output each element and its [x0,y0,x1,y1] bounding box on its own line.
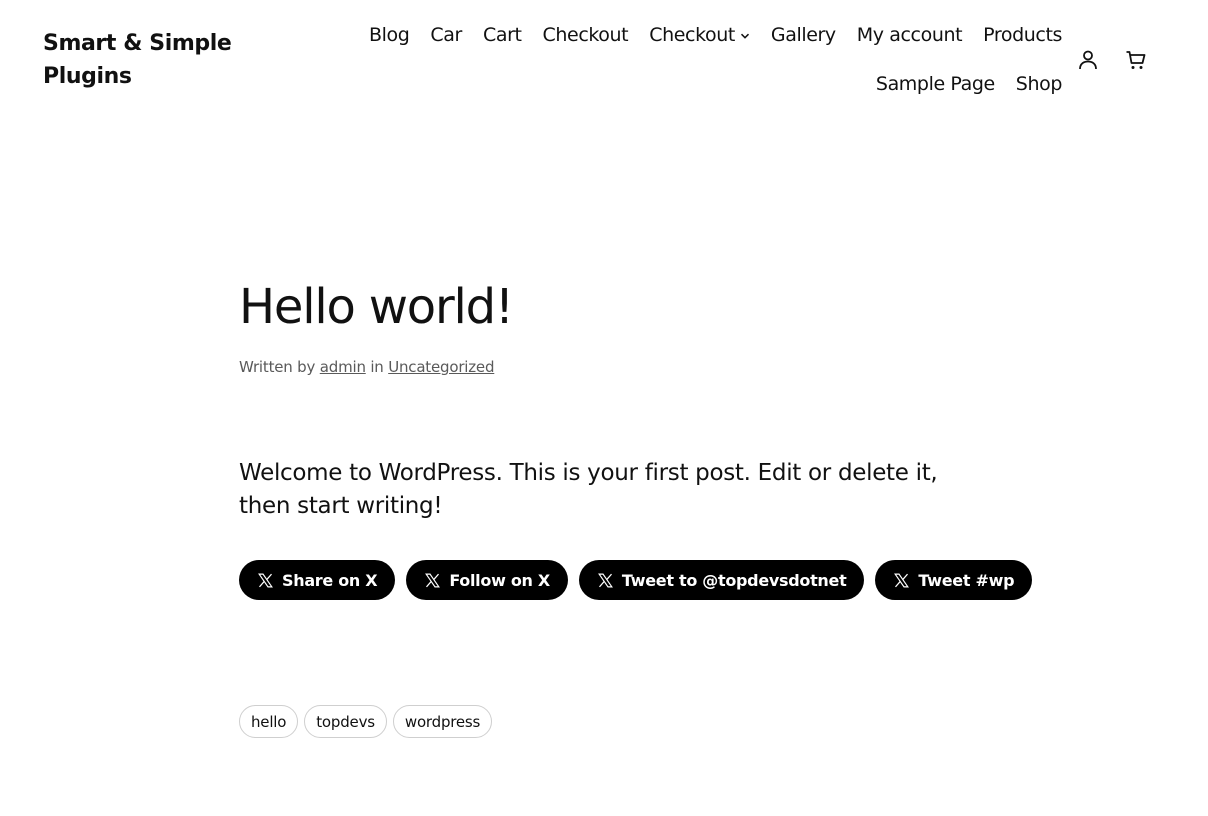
tweet-to-label: Tweet to @topdevsdotnet [621,570,847,590]
cart-icon[interactable] [1124,48,1148,72]
post-meta-written-by: Written by [239,358,316,376]
site-title-link[interactable]: Smart & Simple Plugins [43,27,273,93]
post-title: Hello world! [239,279,514,335]
share-buttons: Share on X Follow on X Tweet to @topdevs… [239,560,1033,600]
post-content: Welcome to WordPress. This is your first… [239,460,938,519]
share-on-x-label: Share on X [282,570,378,590]
follow-on-x-button[interactable]: Follow on X [406,560,568,600]
nav-item-checkout-submenu-label: Checkout [649,24,735,46]
post-category-link[interactable]: Uncategorized [388,358,494,376]
nav-item-checkout[interactable]: Checkout [543,18,629,53]
nav-item-blog[interactable]: Blog [369,18,410,53]
primary-navigation: Blog Car Cart Checkout Checkout Gallery … [342,18,1062,102]
site-header: Smart & Simple Plugins Blog Car Cart Che… [0,0,1208,120]
nav-item-shop[interactable]: Shop [1016,67,1063,102]
chevron-down-icon [740,33,749,39]
x-logo-icon [425,573,441,587]
nav-item-cart[interactable]: Cart [483,18,522,53]
tweet-hashtag-label: Tweet #wp [918,570,1015,590]
nav-item-sample-page[interactable]: Sample Page [876,67,995,102]
post-author-link[interactable]: admin [320,358,366,376]
x-logo-icon [597,573,613,587]
tag-wordpress[interactable]: wordpress [392,705,493,738]
nav-item-products[interactable]: Products [983,18,1062,53]
tweet-hashtag-button[interactable]: Tweet #wp [875,560,1033,600]
post-tags: hello topdevs wordpress [239,705,493,738]
nav-item-my-account[interactable]: My account [857,18,963,53]
post-header: Hello world! Written by admin in Uncateg… [239,270,969,376]
nav-item-checkout-submenu[interactable]: Checkout [649,18,750,53]
nav-item-gallery[interactable]: Gallery [771,18,836,53]
nav-item-car[interactable]: Car [430,18,462,53]
share-on-x-button[interactable]: Share on X [239,560,396,600]
follow-on-x-label: Follow on X [449,570,550,590]
tweet-to-button[interactable]: Tweet to @topdevsdotnet [578,560,865,600]
tag-topdevs[interactable]: topdevs [304,705,387,738]
post-meta: Written by admin in Uncategorized [239,358,969,376]
post-meta-in: in [370,358,384,376]
x-logo-icon [258,573,273,587]
x-logo-icon [894,573,910,587]
tag-hello[interactable]: hello [239,705,299,738]
account-icon[interactable] [1076,48,1100,72]
